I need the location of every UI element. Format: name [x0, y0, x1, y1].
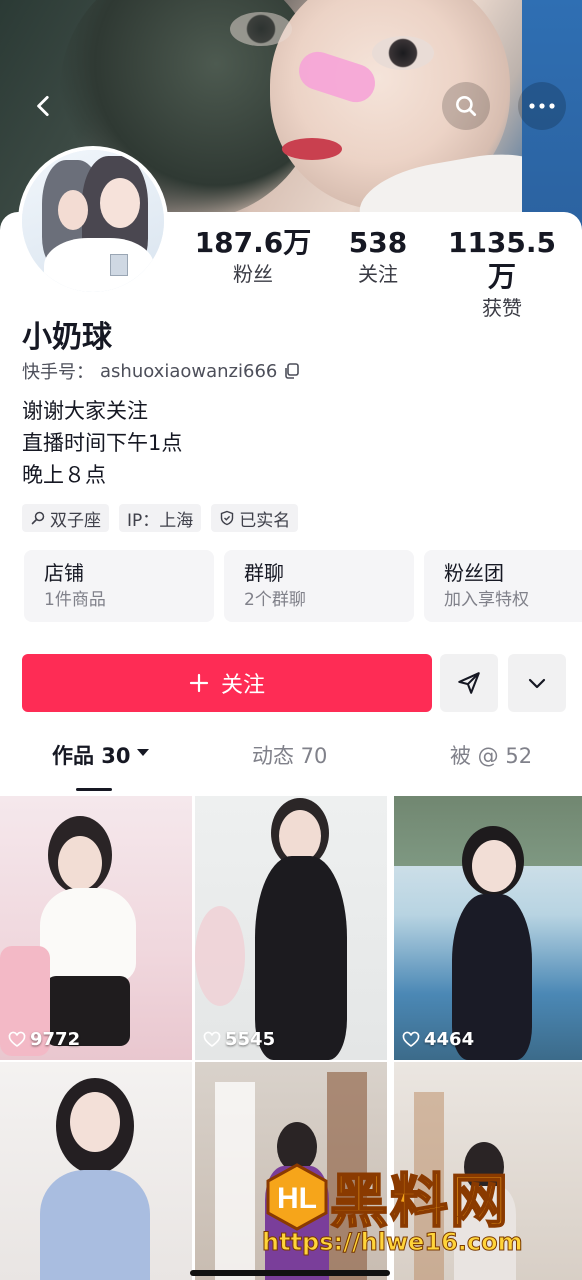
stat-following[interactable]: 538 关注 [313, 226, 443, 288]
more-button[interactable] [518, 82, 566, 130]
profile-bio: 谢谢大家关注 直播时间下午1点 晚上８点 [22, 395, 182, 491]
card-subtitle: 1件商品 [44, 590, 106, 610]
caret-down-icon [136, 749, 149, 756]
stat-label: 关注 [358, 262, 398, 286]
heart-icon [402, 1031, 420, 1047]
send-icon [458, 672, 480, 694]
card-group-chat[interactable]: 群聊 2个群聊 [224, 550, 414, 622]
likes-count: 4464 [424, 1029, 475, 1050]
watermark: HL 黑料网 https://hlwe16.com [258, 1158, 578, 1268]
hl-logo-icon: HL [266, 1163, 328, 1231]
tag-verified: 已实名 [211, 504, 299, 532]
video-thumbnail[interactable]: 4464 [394, 796, 582, 1060]
chevron-down-icon [528, 678, 546, 689]
card-subtitle: 加入享特权 [444, 590, 529, 610]
search-icon [31, 511, 45, 525]
card-fan-club[interactable]: 粉丝团 加入享特权 [424, 550, 582, 622]
svg-text:HL: HL [277, 1182, 317, 1215]
card-subtitle: 2个群聊 [244, 590, 306, 610]
plus-icon [189, 673, 209, 693]
heart-icon [203, 1031, 221, 1047]
watermark-title: 黑料网 [329, 1166, 511, 1236]
likes-count: 9772 [30, 1029, 81, 1050]
video-thumbnail[interactable]: 9772 [0, 796, 192, 1060]
stat-value: 187.6万 [194, 226, 312, 259]
bio-line: 晚上８点 [22, 463, 106, 487]
stat-value: 1135.5万 [447, 226, 557, 293]
bio-line: 直播时间下午1点 [22, 431, 183, 455]
share-button[interactable] [440, 654, 498, 712]
tab-label: 动态 70 [252, 744, 328, 768]
back-button[interactable] [20, 82, 68, 130]
search-button[interactable] [442, 82, 490, 130]
stat-label: 粉丝 [233, 262, 273, 286]
content-tabs: 作品 30 动态 70 被 @ 52 [0, 740, 582, 792]
account-id-row: 快手号： ashuoxiaowanzi666 [22, 358, 301, 384]
tab-label: 作品 30 [52, 744, 131, 768]
account-id-label: 快手号： [22, 362, 94, 383]
watermark-url: https://hlwe16.com [262, 1228, 524, 1257]
avatar[interactable] [18, 146, 168, 296]
tab-mentions[interactable]: 被 @ 52 [450, 740, 532, 792]
tag-zodiac: 双子座 [22, 504, 109, 532]
video-thumbnail[interactable] [0, 1062, 192, 1280]
tag-label: 已实名 [239, 510, 291, 531]
likes-count: 5545 [225, 1029, 276, 1050]
tag-label: 双子座 [50, 510, 101, 531]
heart-icon [8, 1031, 26, 1047]
tab-label: 被 @ 52 [450, 744, 533, 768]
card-title: 店铺 [44, 561, 84, 585]
stat-label: 获赞 [482, 296, 522, 320]
more-dots-icon [529, 103, 555, 109]
video-thumbnail[interactable]: 5545 [195, 796, 387, 1060]
account-id: ashuoxiaowanzi666 [100, 360, 278, 382]
copy-icon[interactable] [283, 362, 301, 380]
tag-label: IP：上海 [127, 510, 194, 531]
profile-tags: 双子座 IP：上海 已实名 [22, 504, 299, 532]
stat-likes[interactable]: 1135.5万 获赞 [437, 226, 567, 322]
home-indicator [190, 1270, 390, 1276]
video-likes: 9772 [8, 1029, 80, 1050]
tag-ip: IP：上海 [119, 504, 202, 532]
active-tab-indicator [76, 788, 112, 791]
stat-followers[interactable]: 187.6万 粉丝 [188, 226, 318, 288]
bio-line: 谢谢大家关注 [22, 399, 148, 423]
shield-icon [221, 510, 234, 526]
stat-value: 538 [348, 226, 408, 259]
follow-label: 关注 [220, 673, 265, 698]
video-likes: 4464 [402, 1029, 474, 1050]
follow-button[interactable]: 关注 [22, 654, 432, 712]
profile-name: 小奶球 [22, 320, 112, 355]
expand-button[interactable] [508, 654, 566, 712]
card-shop[interactable]: 店铺 1件商品 [24, 550, 214, 622]
tab-works[interactable]: 作品 30 [52, 740, 151, 792]
chevron-left-icon [37, 95, 49, 117]
card-title: 群聊 [244, 561, 284, 585]
video-likes: 5545 [203, 1029, 275, 1050]
tab-moments[interactable]: 动态 70 [252, 740, 327, 792]
card-title: 粉丝团 [444, 561, 504, 585]
search-icon [456, 96, 477, 117]
